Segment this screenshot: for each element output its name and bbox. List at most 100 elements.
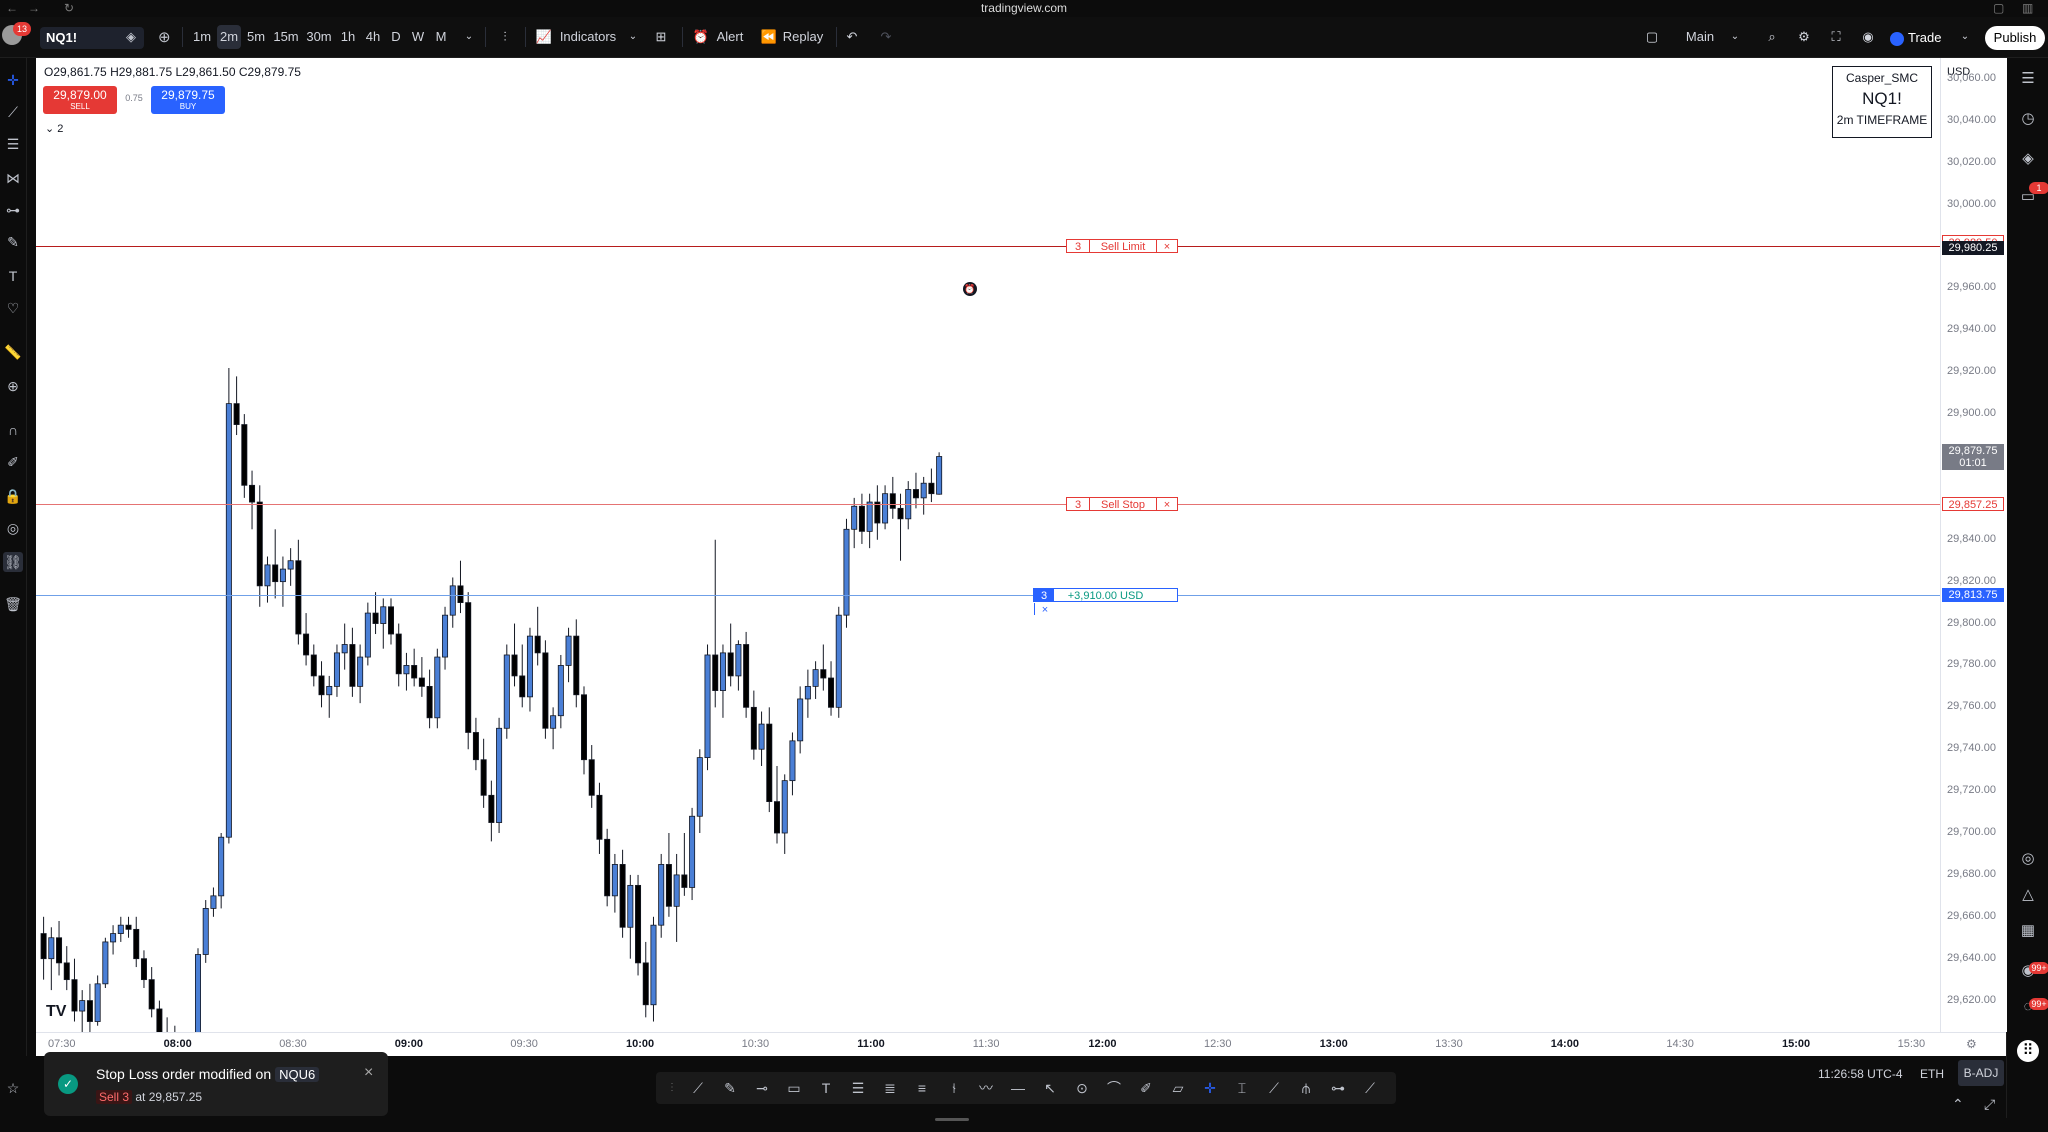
- interval-5m[interactable]: 5m: [244, 25, 268, 49]
- close-icon[interactable]: ×: [1156, 239, 1177, 253]
- alert-button[interactable]: Alert: [714, 25, 746, 49]
- back-adjust-toggle[interactable]: B-ADJ: [1958, 1060, 2004, 1086]
- close-icon[interactable]: ×: [1034, 602, 1055, 616]
- interval-m[interactable]: M: [431, 25, 451, 49]
- eyedropper-icon[interactable]: ⟋: [1360, 1078, 1380, 1098]
- tradingview-logo[interactable]: TV: [46, 1003, 67, 1020]
- interval-1h[interactable]: 1h: [337, 25, 359, 49]
- ruler-icon[interactable]: 📏: [3, 342, 23, 362]
- publish-button[interactable]: Publish: [1985, 26, 2045, 50]
- interval-4h[interactable]: 4h: [362, 25, 384, 49]
- alarm-icon[interactable]: ⏰: [963, 282, 977, 296]
- window-icon[interactable]: ▢: [1993, 1, 2004, 15]
- trade-dropdown-icon[interactable]: ⌄: [1958, 25, 1972, 49]
- snapshot-icon[interactable]: ◉: [1858, 25, 1878, 49]
- candlestick-chart[interactable]: TV: [36, 58, 1940, 1032]
- sidebar-toggle-icon[interactable]: ▥: [2022, 1, 2033, 15]
- circle-tool-icon[interactable]: ⊙: [1072, 1078, 1092, 1098]
- fullscreen-icon[interactable]: ⛶: [1826, 25, 1846, 49]
- layout-dropdown-icon[interactable]: ⌄: [1728, 25, 1742, 49]
- indicators-button[interactable]: Indicators: [558, 25, 618, 49]
- indicator-collapse-toggle[interactable]: ⌄ 2: [45, 122, 63, 135]
- buy-button[interactable]: 29,879.75 BUY: [151, 86, 225, 114]
- alerts-clock-icon[interactable]: ◷: [2017, 108, 2039, 130]
- measure-icon[interactable]: ⌶: [1232, 1078, 1252, 1098]
- interval-d[interactable]: D: [387, 25, 405, 49]
- pitchfork-icon[interactable]: ⫛: [1296, 1078, 1316, 1098]
- ray-icon[interactable]: —: [1008, 1078, 1028, 1098]
- replay-icon[interactable]: ⏪: [760, 25, 778, 49]
- price-axis[interactable]: USD 30,060.00 30,040.00 30,020.00 30,000.00…: [1940, 58, 2007, 1032]
- line-icon[interactable]: ⟋: [688, 1078, 708, 1098]
- interval-w[interactable]: W: [408, 25, 428, 49]
- highlighter-icon[interactable]: ✐: [1136, 1078, 1156, 1098]
- sell-stop-line[interactable]: [36, 503, 1940, 505]
- link-icon[interactable]: ⛓: [3, 552, 23, 572]
- maximize-icon[interactable]: ⤢: [1984, 1096, 1995, 1113]
- interval-30m[interactable]: 30m: [304, 25, 334, 49]
- layout-square-icon[interactable]: ▢: [1642, 25, 1662, 49]
- watchlist-icon[interactable]: ☰: [2017, 68, 2039, 90]
- close-icon[interactable]: ×: [1156, 497, 1177, 511]
- calendar-icon[interactable]: ▦: [2017, 920, 2039, 942]
- layouts-icon[interactable]: ⊞: [650, 25, 672, 49]
- drag-handle-icon[interactable]: ⋮: [662, 1078, 682, 1098]
- notification-toast[interactable]: ✓ Stop Loss order modified on NQU6 Sell 3…: [44, 1052, 388, 1116]
- layout-name[interactable]: Main: [1682, 25, 1718, 49]
- url-text[interactable]: tradingview.com: [0, 1, 2048, 15]
- indicators-dropdown-icon[interactable]: ⌄: [626, 25, 640, 49]
- interval-1m[interactable]: 1m: [190, 25, 214, 49]
- prediction-icon[interactable]: ⊶: [3, 200, 23, 220]
- interval-dropdown-icon[interactable]: ⌄: [462, 25, 476, 49]
- brush-tool-icon[interactable]: ⟋: [1264, 1078, 1284, 1098]
- gann-icon[interactable]: ⊶: [1328, 1078, 1348, 1098]
- eye-icon[interactable]: ◎: [3, 518, 23, 538]
- interval-2m[interactable]: 2m: [217, 25, 241, 49]
- position-tag[interactable]: 3 +3,910.00 USD ×: [1033, 587, 1178, 616]
- zoom-icon[interactable]: ⊕: [3, 376, 23, 396]
- sell-stop-order-tag[interactable]: 3 Sell Stop ×: [1066, 496, 1178, 511]
- vertical-line-icon[interactable]: ⫮: [944, 1078, 964, 1098]
- brush-icon[interactable]: ✎: [3, 232, 23, 252]
- add-symbol-icon[interactable]: ⊕: [158, 28, 171, 46]
- chart-pane[interactable]: TV: [36, 58, 1940, 1032]
- replay-button[interactable]: Replay: [780, 25, 826, 49]
- sell-limit-order-tag[interactable]: 3 Sell Limit ×: [1066, 238, 1178, 253]
- ideas-icon[interactable]: △: [2017, 884, 2039, 906]
- axis-settings-icon[interactable]: ⚙: [1966, 1037, 1977, 1051]
- lock-icon[interactable]: 🔒: [3, 486, 23, 506]
- sell-button[interactable]: 29,879.00 SELL: [43, 86, 117, 114]
- star-icon[interactable]: ☆: [3, 1078, 23, 1098]
- apps-icon[interactable]: ⠿: [2017, 1040, 2039, 1062]
- clock-timezone[interactable]: 11:26:58 UTC-4: [1818, 1067, 1903, 1081]
- layers-icon[interactable]: ◈: [2017, 148, 2039, 170]
- alert-icon[interactable]: ⏰: [690, 25, 712, 49]
- pattern-icon[interactable]: ⋈: [3, 168, 23, 188]
- text-icon[interactable]: T: [3, 266, 23, 286]
- callout-icon[interactable]: ▱: [1168, 1078, 1188, 1098]
- redo-icon[interactable]: ↷: [876, 25, 896, 49]
- text-tool-icon[interactable]: T: [816, 1078, 836, 1098]
- magnet-icon[interactable]: ∩: [3, 420, 23, 440]
- chart-type-icon[interactable]: ⫶: [495, 25, 515, 49]
- settings-icon[interactable]: ⚙: [1794, 25, 1814, 49]
- close-icon[interactable]: ×: [364, 1064, 373, 1082]
- sell-limit-line[interactable]: [36, 245, 1940, 247]
- trend-line-icon[interactable]: ⟋: [3, 102, 23, 122]
- arc-icon[interactable]: ⌒: [1104, 1078, 1124, 1098]
- lines-icon[interactable]: ≡: [912, 1078, 932, 1098]
- diamond-icon[interactable]: ◈: [126, 29, 136, 45]
- undo-icon[interactable]: ↶: [842, 25, 862, 49]
- session-label[interactable]: ETH: [1920, 1067, 1944, 1081]
- indicators-icon[interactable]: 📈: [534, 25, 554, 49]
- heart-icon[interactable]: ♡: [3, 298, 23, 318]
- horizontal-line-icon[interactable]: ⊸: [752, 1078, 772, 1098]
- stay-drawing-icon[interactable]: ✐: [3, 452, 23, 472]
- crosshair-tool-icon[interactable]: ✛: [1200, 1078, 1220, 1098]
- pen-icon[interactable]: ✎: [720, 1078, 740, 1098]
- trash-icon[interactable]: 🗑: [3, 594, 23, 614]
- channel-icon[interactable]: ≣: [880, 1078, 900, 1098]
- quick-search-icon[interactable]: ⌕: [1762, 25, 1782, 49]
- chevron-up-icon[interactable]: ⌃: [1952, 1096, 1964, 1113]
- rectangle-icon[interactable]: ▭: [784, 1078, 804, 1098]
